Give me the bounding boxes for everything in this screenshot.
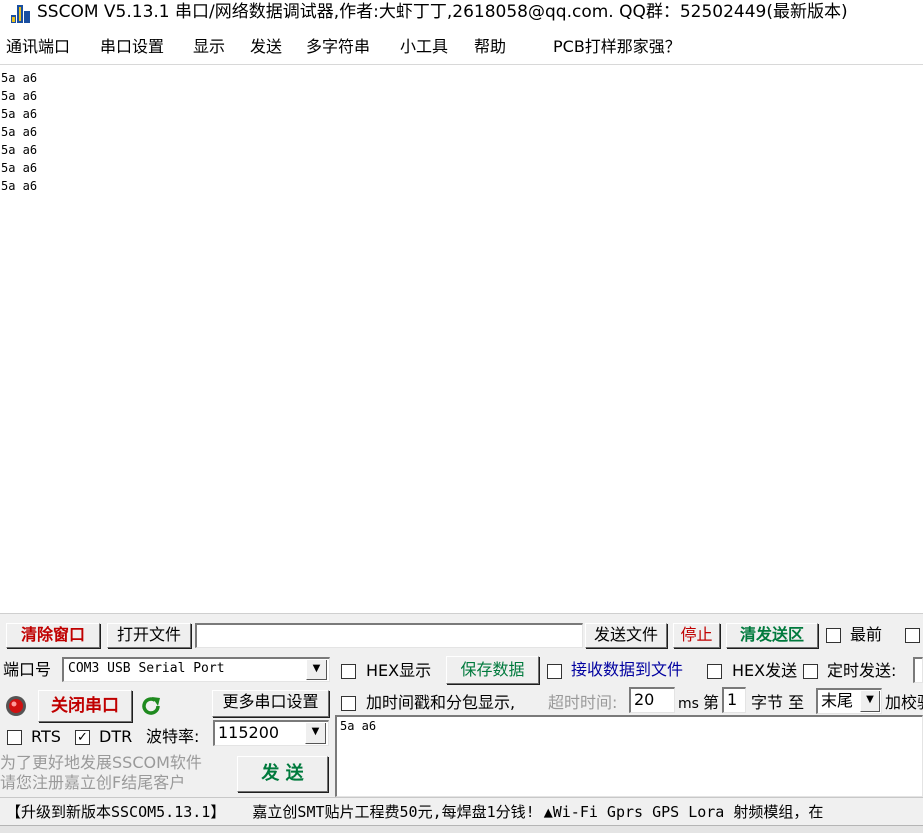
menu-bar: 通讯端口 串口设置 显示 发送 多字符串 小工具 帮助 PCB打样那家强？ <box>0 30 923 65</box>
receive-line: 5a a6 <box>1 143 38 157</box>
promo-line-2: 请您注册嘉立创F结尾客户 <box>0 773 186 792</box>
timed-send-interval-input[interactable] <box>913 657 923 683</box>
menu-comm-port[interactable]: 通讯端口 <box>6 37 70 57</box>
port-dropdown-arrow-icon[interactable]: ▼ <box>306 660 327 680</box>
receive-line: 5a a6 <box>1 89 38 103</box>
receive-line: 5a a6 <box>1 125 38 139</box>
menu-tools[interactable]: 小工具 <box>400 37 448 57</box>
hex-send-checkbox[interactable] <box>707 664 722 679</box>
receive-line: 5a a6 <box>1 71 38 85</box>
ms-label: ms <box>678 696 699 712</box>
recv-to-file-checkbox[interactable] <box>547 664 562 679</box>
timed-send-label: 定时发送: <box>827 661 897 680</box>
receive-text-area[interactable]: 5a a6 5a a6 5a a6 5a a6 5a a6 5a a6 5a a… <box>0 66 923 613</box>
hex-display-checkbox[interactable] <box>341 664 356 679</box>
checksum-label: 加校验 <box>885 693 923 712</box>
english-checkbox[interactable] <box>905 628 920 643</box>
menu-multi-string[interactable]: 多字符串 <box>306 37 370 57</box>
byte-from-prefix-label: 第 <box>703 693 720 712</box>
topmost-label: 最前 <box>850 625 883 644</box>
timeout-label: 超时时间: <box>548 693 618 712</box>
byte-from-input[interactable]: 1 <box>722 687 746 713</box>
send-button[interactable]: 发 送 <box>237 756 328 792</box>
menu-pcb-promo[interactable]: PCB打样那家强？ <box>553 37 681 57</box>
open-file-button[interactable]: 打开文件 <box>107 623 191 648</box>
timed-send-checkbox[interactable] <box>803 664 818 679</box>
status-promo-text[interactable]: 【升级到新版本SSCOM5.13.1】 嘉立创SMT贴片工程费50元,每焊盘1分… <box>6 801 823 823</box>
byte-to-label: 字节 至 <box>751 693 805 712</box>
promo-line-1: 为了更好地发展SSCOM软件 <box>0 753 202 772</box>
refresh-icon[interactable] <box>139 694 163 718</box>
menu-send[interactable]: 发送 <box>250 37 282 57</box>
receive-line: 5a a6 <box>1 179 38 193</box>
port-label: 端口号 <box>3 660 52 679</box>
receive-line: 5a a6 <box>1 107 38 121</box>
baud-label: 波特率: <box>146 727 200 746</box>
send-file-button[interactable]: 发送文件 <box>585 623 667 648</box>
clear-send-area-button[interactable]: 清发送区 <box>726 623 818 648</box>
close-port-button[interactable]: 关闭串口 <box>38 690 132 722</box>
rts-checkbox[interactable] <box>7 730 22 745</box>
send-text-area[interactable]: 5a a6 <box>335 715 923 797</box>
topmost-checkbox[interactable] <box>826 628 841 643</box>
status-bar: 【升级到新版本SSCOM5.13.1】 嘉立创SMT贴片工程费50元,每焊盘1分… <box>0 797 923 826</box>
baud-dropdown-arrow-icon[interactable]: ▼ <box>305 723 326 744</box>
menu-help[interactable]: 帮助 <box>474 37 506 57</box>
file-path-input[interactable] <box>195 623 583 648</box>
port-status-indicator-icon <box>6 696 26 716</box>
end-position-dropdown-arrow-icon[interactable]: ▼ <box>860 691 880 712</box>
timestamp-checkbox[interactable] <box>341 696 356 711</box>
timeout-input[interactable]: 20 <box>629 687 675 713</box>
window-title: SSCOM V5.13.1 串口/网络数据调试器,作者:大虾丁丁,2618058… <box>37 2 848 22</box>
clear-window-button[interactable]: 清除窗口 <box>6 623 100 648</box>
title-bar: SSCOM V5.13.1 串口/网络数据调试器,作者:大虾丁丁,2618058… <box>0 0 923 26</box>
receive-line: 5a a6 <box>1 161 38 175</box>
hex-send-label: HEX发送 <box>732 661 798 680</box>
sscom-app-icon <box>11 5 30 23</box>
dtr-checkbox[interactable]: ✓ <box>75 730 90 745</box>
dtr-label: DTR <box>99 727 133 746</box>
more-serial-settings-button[interactable]: 更多串口设置 <box>212 690 329 717</box>
menu-display[interactable]: 显示 <box>193 37 225 57</box>
rts-label: RTS <box>31 727 61 746</box>
port-select[interactable]: COM3 USB Serial Port <box>62 657 330 682</box>
recv-to-file-label[interactable]: 接收数据到文件 <box>571 660 683 680</box>
menu-serial-settings[interactable]: 串口设置 <box>100 37 164 57</box>
hex-display-label: HEX显示 <box>366 661 432 680</box>
save-data-button[interactable]: 保存数据 <box>446 656 539 684</box>
stop-button[interactable]: 停止 <box>673 623 720 648</box>
timestamp-label: 加时间戳和分包显示, <box>366 693 516 712</box>
